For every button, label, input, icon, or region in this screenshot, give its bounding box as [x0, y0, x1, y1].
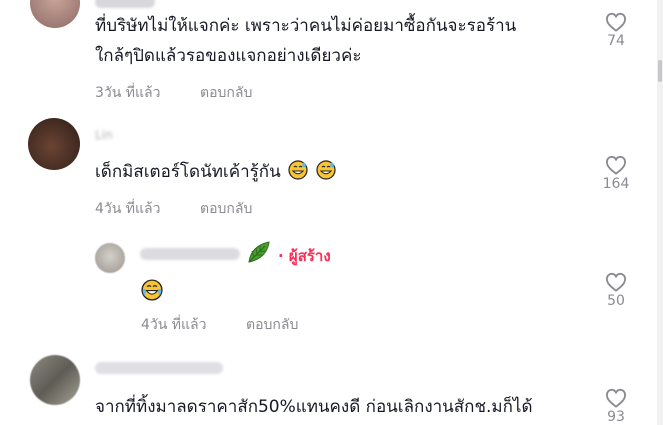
avatar[interactable]	[30, 0, 80, 28]
comment-text: เด็กมิสเตอร์โดนัทเค้ารู้กัน	[95, 158, 336, 186]
comment-text-body: เด็กมิสเตอร์โดนัทเค้ารู้กัน	[95, 162, 281, 182]
reply-button[interactable]: ตอบกลับ	[246, 314, 298, 336]
username[interactable]	[95, 0, 155, 8]
tears-of-joy-emoji-icon	[141, 279, 163, 301]
avatar[interactable]	[28, 118, 80, 170]
heart-outline-icon	[605, 272, 627, 292]
username[interactable]: Lin	[95, 128, 113, 142]
like-count: 50	[607, 293, 625, 309]
like-button[interactable]: 164	[596, 155, 636, 192]
grinning-sweat-emoji-icon	[288, 160, 308, 180]
comment-time: 4วัน ที่แล้ว	[141, 317, 207, 333]
username[interactable]	[95, 362, 223, 374]
comment-text: จากที่ทิ้งมาลดราคาสัก50%แทนคงดี ก่อนเลิก…	[95, 397, 533, 417]
comment-time: 3วัน ที่แล้ว	[95, 85, 161, 101]
scrollbar-thumb[interactable]	[658, 60, 662, 82]
scrollbar-track[interactable]	[657, 0, 663, 425]
heart-outline-icon	[605, 12, 627, 32]
heart-outline-icon	[605, 155, 627, 175]
like-button[interactable]: 93	[596, 388, 636, 425]
reply-button[interactable]: ตอบกลับ	[200, 82, 252, 104]
comment-text: ใกล้ๆปิดแล้วรอของแจกอย่างเดียวค่ะ	[95, 46, 362, 66]
username[interactable]	[140, 248, 240, 260]
reply-button[interactable]: ตอบกลับ	[200, 198, 252, 220]
grinning-sweat-emoji-icon	[315, 160, 336, 180]
like-count: 74	[607, 33, 625, 49]
avatar[interactable]	[95, 243, 125, 273]
like-count: 164	[602, 176, 630, 192]
comment-text: ที่บริษัทไม่ให้แจกค่ะ เพราะว่าคนไม่ค่อยม…	[95, 16, 517, 36]
comment-time: 4วัน ที่แล้ว	[95, 201, 161, 217]
like-count: 93	[607, 409, 625, 425]
heart-outline-icon	[605, 388, 627, 408]
like-button[interactable]: 74	[596, 12, 636, 49]
creator-badge: · ผู้สร้าง	[278, 247, 331, 265]
leaf-emoji-icon	[248, 241, 270, 263]
like-button[interactable]: 50	[596, 272, 636, 309]
avatar[interactable]	[30, 355, 80, 405]
